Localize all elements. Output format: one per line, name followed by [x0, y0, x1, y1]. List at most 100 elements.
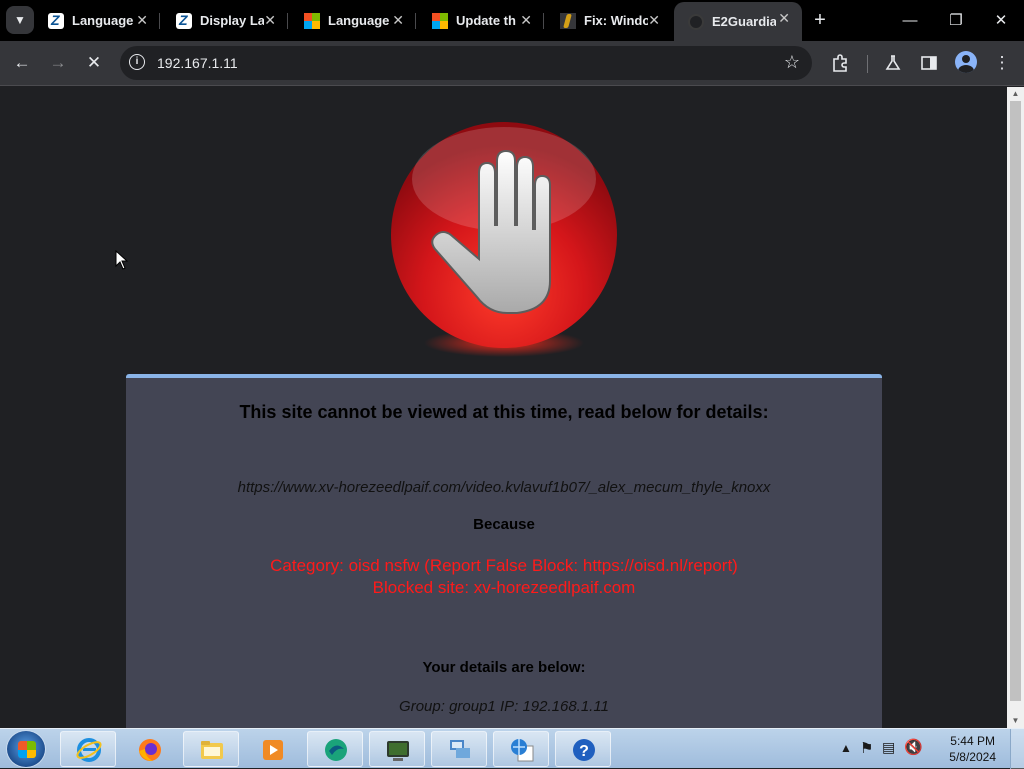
plus-icon: +: [814, 8, 826, 31]
taskbar-media-player[interactable]: [244, 731, 300, 767]
show-desktop-button[interactable]: [1010, 729, 1024, 769]
microsoft-icon: [304, 12, 320, 29]
clock-time: 5:44 PM: [950, 734, 995, 748]
close-tab-icon[interactable]: ✕: [392, 12, 404, 29]
tab-strip: ▼ Language ✕ Display La ✕ Language ✕ Upd…: [0, 0, 1024, 41]
because-label: Because: [473, 516, 535, 533]
network-icon: [450, 740, 470, 758]
extensions-button[interactable]: [825, 48, 855, 78]
firefox-icon: [139, 739, 161, 761]
scroll-down-arrow-icon[interactable]: ▼: [1007, 714, 1024, 728]
tab-e2guardian[interactable]: E2Guardia ✕: [674, 2, 802, 41]
globe-icon: [688, 13, 704, 30]
close-icon: ✕: [994, 12, 1008, 29]
flask-icon: [885, 55, 901, 70]
app-icon: [325, 739, 347, 761]
volume-muted-icon[interactable]: 🔇: [904, 738, 923, 756]
block-heading: This site cannot be viewed at this time,…: [239, 402, 769, 422]
scrollbar-thumb[interactable]: [1010, 101, 1021, 701]
tab-update[interactable]: Update th ✕: [418, 4, 544, 37]
tab-title: Language: [72, 13, 134, 28]
internet-explorer-icon: [76, 738, 102, 762]
z-icon: [176, 12, 192, 29]
show-hidden-icons-icon[interactable]: ▲: [840, 741, 852, 755]
minimize-button[interactable]: —: [887, 0, 933, 40]
taskbar-terminal[interactable]: [369, 731, 425, 767]
action-center-flag-icon[interactable]: ⚑: [860, 739, 873, 757]
details-title: Your details are below:: [422, 659, 586, 676]
taskbar-help[interactable]: ?: [555, 731, 611, 767]
microsoft-icon: [432, 12, 448, 29]
taskbar-internet-explorer[interactable]: [60, 731, 116, 767]
z-icon: [48, 12, 64, 29]
tab-title: Fix: Windo: [584, 13, 648, 28]
restore-icon: ❐: [949, 12, 963, 29]
close-tab-icon[interactable]: ✕: [136, 12, 148, 29]
page-viewport: This site cannot be viewed at this time,…: [0, 87, 1007, 728]
arrow-left-icon: ←: [13, 53, 31, 72]
network-status-icon[interactable]: ▤: [882, 739, 895, 756]
taskbar-firefox[interactable]: [121, 731, 177, 767]
bookmark-star-icon[interactable]: ☆: [784, 52, 800, 73]
clock[interactable]: 5:44 PM 5/8/2024: [949, 733, 996, 765]
tab-fix-windows[interactable]: Fix: Windo ✕: [546, 4, 672, 37]
side-panel-button[interactable]: [914, 48, 944, 78]
tab-language-2[interactable]: Language ✕: [290, 4, 416, 37]
taskbar-network[interactable]: [431, 731, 487, 767]
taskbar: ? ▲ ⚑ ▤ 🔇 5:44 PM 5/8/2024: [0, 728, 1024, 769]
blocked-url: https://www.xv-horezeedlpaif.com/video.k…: [237, 479, 771, 496]
close-tab-icon[interactable]: ✕: [264, 12, 276, 29]
start-button[interactable]: [6, 730, 46, 768]
tab-display-language[interactable]: Display La ✕: [162, 4, 288, 37]
new-tab-button[interactable]: +: [806, 6, 834, 34]
profile-avatar-icon[interactable]: [955, 51, 977, 73]
help-icon: ?: [573, 739, 595, 761]
minimize-icon: —: [902, 11, 918, 29]
close-icon: ✕: [86, 53, 102, 72]
system-tray: ▲ ⚑ ▤ 🔇 5:44 PM 5/8/2024: [834, 729, 1024, 769]
tab-title: Language: [328, 13, 390, 28]
chevron-down-icon: ▼: [14, 13, 26, 27]
mouse-cursor-icon: [115, 250, 129, 270]
terminal-icon: [387, 741, 409, 761]
vertical-scrollbar[interactable]: ▲ ▼: [1007, 87, 1024, 728]
tab-title: Update th: [456, 13, 516, 28]
blocked-site: Blocked site: xv-horezeedlpaif.com: [372, 578, 636, 597]
more-vert-icon: ⋮: [993, 53, 1011, 72]
windows-logo-icon: [18, 741, 36, 758]
block-message-panel: This site cannot be viewed at this time,…: [126, 374, 882, 728]
arrow-right-icon: →: [49, 53, 67, 72]
puzzle-icon: [833, 54, 847, 72]
address-bar-url[interactable]: 192.167.1.11: [157, 55, 238, 71]
menu-button[interactable]: ⋮: [987, 48, 1017, 78]
restore-button[interactable]: ❐: [933, 0, 979, 40]
address-bar[interactable]: i 192.167.1.11 ☆: [120, 46, 812, 80]
tab-search-button[interactable]: ▼: [6, 6, 34, 34]
stop-loading-button[interactable]: ✕: [79, 48, 109, 78]
tab-language-1[interactable]: Language ✕: [34, 4, 160, 37]
close-tab-icon[interactable]: ✕: [778, 10, 790, 27]
site-info-icon[interactable]: i: [129, 54, 145, 70]
forward-button[interactable]: →: [43, 48, 73, 78]
labs-button[interactable]: [878, 48, 908, 78]
svg-text:?: ?: [579, 743, 589, 760]
tab-separator: [543, 13, 544, 29]
browser-toolbar: ← → ✕ i 192.167.1.11 ☆ ⋮: [0, 41, 1024, 86]
close-window-button[interactable]: ✕: [978, 0, 1024, 40]
back-button[interactable]: ←: [7, 48, 37, 78]
taskbar-file-explorer[interactable]: [183, 731, 239, 767]
taskbar-globe-document[interactable]: [493, 731, 549, 767]
media-player-icon: [263, 740, 283, 760]
side-panel-icon: [921, 56, 937, 70]
close-tab-icon[interactable]: ✕: [520, 12, 532, 29]
scroll-up-arrow-icon[interactable]: ▲: [1007, 87, 1024, 101]
file-explorer-icon: [201, 741, 223, 759]
block-category: Category: oisd nsfw (Report False Block:…: [270, 556, 738, 575]
taskbar-app[interactable]: [307, 731, 363, 767]
close-tab-icon[interactable]: ✕: [648, 12, 660, 29]
toolbar-divider: [867, 55, 868, 73]
user-details: Group: group1 IP: 192.168.1.11: [399, 698, 609, 715]
clock-date: 5/8/2024: [949, 750, 996, 764]
tab-separator: [287, 13, 288, 29]
tab-title: Display La: [200, 13, 264, 28]
